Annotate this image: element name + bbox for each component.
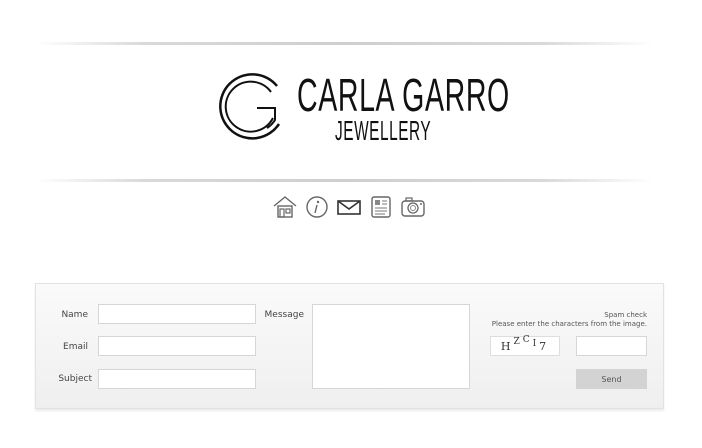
captcha-char: I [532, 339, 540, 349]
nav-icons [272, 194, 426, 220]
name-label: Name [61, 310, 88, 320]
captcha-image: H Z C I 7 [490, 335, 560, 356]
name-field[interactable] [98, 304, 256, 324]
captcha-char: 7 [539, 339, 550, 353]
bottom-divider [34, 179, 654, 182]
news-icon[interactable] [368, 194, 394, 220]
top-divider [34, 42, 654, 45]
captcha-char: H [500, 339, 514, 353]
email-label: Email [63, 342, 88, 352]
info-icon[interactable] [304, 194, 330, 220]
subject-label: Subject [58, 374, 92, 384]
brand-subtitle: JEWELLERY [335, 115, 432, 146]
camera-icon[interactable] [400, 194, 426, 220]
contact-form: Name Email Subject Message Spam check Pl… [35, 283, 664, 409]
spam-check-help: Please enter the characters from the ima… [491, 320, 647, 328]
subject-field[interactable] [98, 369, 256, 389]
home-icon[interactable] [272, 194, 298, 220]
spam-check-title: Spam check [604, 311, 647, 319]
site-logo[interactable]: CARLA GARRO JEWELLERY [219, 68, 509, 158]
brand-name: CARLA GARRO [297, 69, 510, 121]
captcha-input[interactable] [576, 336, 647, 356]
send-button[interactable]: Send [576, 369, 647, 389]
logo-g-mark [219, 73, 281, 140]
mail-icon[interactable] [336, 194, 362, 220]
email-field[interactable] [98, 336, 256, 356]
captcha-char: Z [513, 337, 523, 347]
message-field[interactable] [312, 304, 470, 389]
captcha-char: C [522, 335, 533, 345]
message-label: Message [264, 310, 304, 320]
